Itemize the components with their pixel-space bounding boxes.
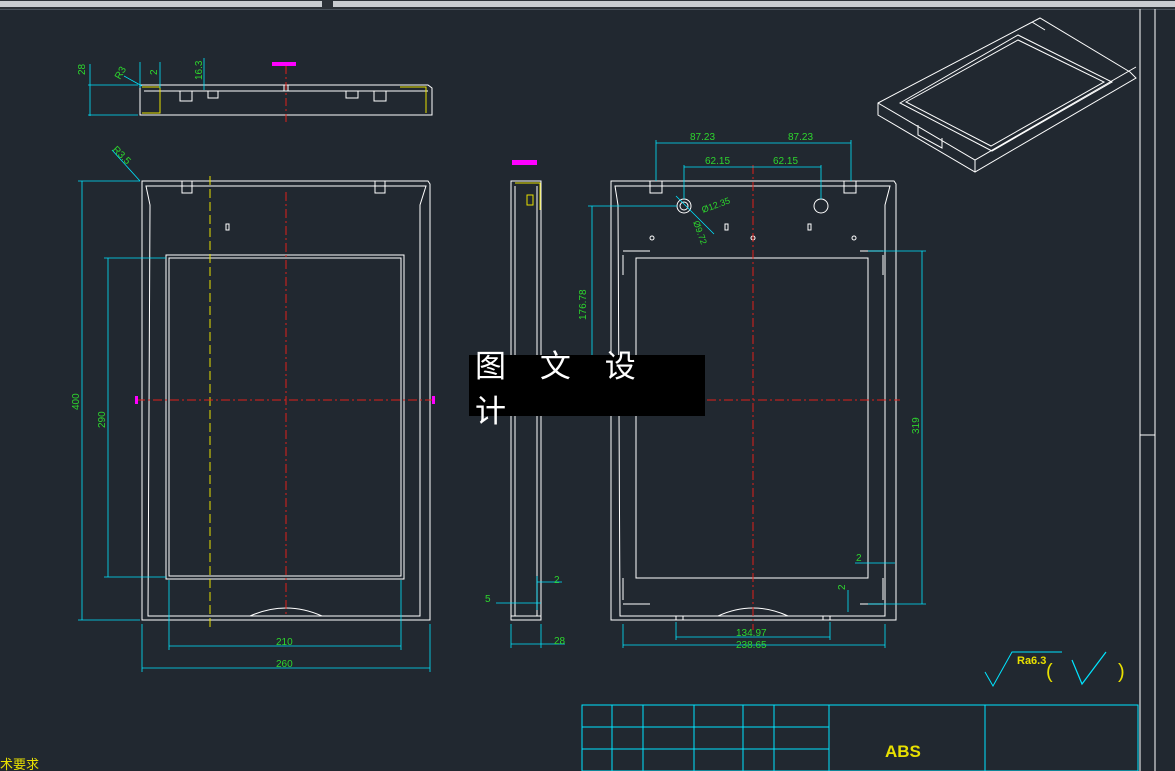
dim-front-width: 260 <box>276 659 293 670</box>
dim-inner-width: 238.65 <box>736 640 767 651</box>
tech-requirements-label: 术要求 <box>0 757 39 771</box>
toolbar-tab-2[interactable] <box>333 1 1175 7</box>
dim-top-radius: R3 <box>113 65 129 82</box>
toolbar-tab-1[interactable] <box>0 1 322 7</box>
dim-top-wall: 2 <box>149 69 160 75</box>
dim-spacing-outer-left: 87.23 <box>690 132 715 143</box>
dim-notch-width: 134.97 <box>736 628 767 639</box>
front-view: R3.5 400 290 210 260 <box>71 144 436 672</box>
dim-gap-right: 2 <box>856 553 862 564</box>
top-view: 28 R3 2 16.3 <box>77 58 433 123</box>
watermark: 图 文 设 计 <box>469 349 705 430</box>
dim-side-step: 5 <box>485 594 491 605</box>
dim-frame-height: 319 <box>911 417 922 434</box>
dim-side-thickness: 28 <box>554 636 566 647</box>
title-material: ABS <box>885 742 921 761</box>
dim-front-height: 400 <box>71 393 82 410</box>
dim-hole-outer: Ø12.35 <box>700 195 731 214</box>
roughness-symbol: Ra6.3 ( ) <box>984 651 1125 688</box>
dim-top-depth: 16.3 <box>194 60 205 80</box>
dim-top-height: 28 <box>77 63 88 75</box>
drawing-frame <box>1139 9 1156 771</box>
dim-hole-offset: 176.78 <box>578 289 589 320</box>
roughness-paren-open: ( <box>1046 661 1053 683</box>
title-block <box>581 704 1139 771</box>
roughness-value: Ra6.3 <box>1017 655 1046 667</box>
dim-spacing-outer-right: 87.23 <box>788 132 813 143</box>
dim-gap-bottom: 2 <box>837 584 848 590</box>
isometric-view <box>877 17 1137 173</box>
dim-side-wall: 2 <box>554 575 560 586</box>
dim-window-width: 210 <box>276 637 293 648</box>
dim-spacing-inner-right: 62.15 <box>773 156 798 167</box>
dim-hole-inner: Ø9.72 <box>691 219 709 245</box>
dim-window-height: 290 <box>97 411 108 428</box>
dim-corner-radius: R3.5 <box>110 144 133 167</box>
dim-spacing-inner-left: 62.15 <box>705 156 730 167</box>
roughness-paren-close: ) <box>1118 661 1125 683</box>
